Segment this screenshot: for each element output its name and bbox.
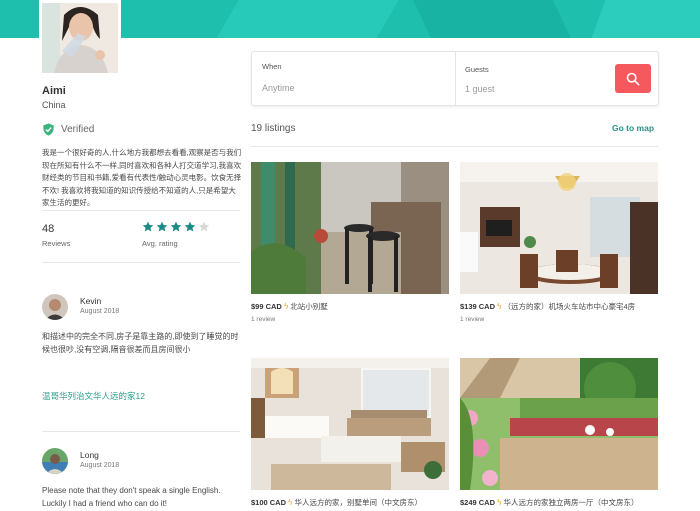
listing-photo[interactable]	[251, 358, 449, 490]
instant-book-icon: ϟ	[288, 498, 293, 507]
listing-card[interactable]: $139 CAD ϟ （远方的家）机场火车站市中心豪宅4房 1 review	[460, 162, 658, 323]
rating-label: Avg. rating	[142, 239, 178, 248]
go-to-map-link[interactable]: Go to map	[612, 123, 654, 133]
listing-card[interactable]: $99 CAD ϟ 北站小别墅 1 review	[251, 162, 449, 323]
star-icon	[142, 221, 154, 232]
host-name: Aimi	[42, 85, 66, 97]
divider	[42, 431, 240, 432]
divider	[42, 210, 240, 211]
listing-reviews: 1 review	[460, 316, 485, 323]
listing-photo[interactable]	[251, 162, 449, 294]
listing-card[interactable]: $249 CAD ϟ 华人远方的家独立两房一厅（中文房东）	[460, 358, 658, 508]
guests-field[interactable]: 1 guest	[465, 84, 495, 94]
listing-title: （远方的家）机场火车站市中心豪宅4房	[503, 302, 636, 311]
listing-card[interactable]: $100 CAD ϟ 华人远方的家，别墅单间（中文房东）	[251, 358, 449, 508]
instant-book-icon: ϟ	[497, 302, 502, 311]
when-field[interactable]: Anytime	[262, 83, 295, 93]
guests-label: Guests	[465, 65, 489, 74]
instant-book-icon: ϟ	[283, 302, 289, 311]
host-country: China	[42, 100, 66, 110]
listing-price: $139 CAD	[460, 302, 496, 311]
review-text: 和描述中的完全不同,房子是靠主路的,即使到了睡觉的时候也很吵,没有空调,隔音很差…	[42, 332, 239, 354]
search-button[interactable]	[615, 64, 651, 93]
listing-photo[interactable]	[460, 162, 658, 294]
listing-title: 华人远方的家，别墅单间（中文房东）	[294, 498, 422, 507]
listing-price: $99 CAD	[251, 302, 282, 311]
instant-book-icon: ϟ	[497, 498, 502, 507]
listing-title: 华人远方的家独立两房一厅（中文房东）	[503, 498, 639, 507]
listing-reviews: 1 review	[251, 316, 276, 323]
review-date: August 2018	[80, 462, 120, 469]
star-icon	[156, 221, 168, 232]
host-avatar	[39, 0, 121, 76]
host-bio: 我是一个很好奇的人,什么地方我都想去看看,观察是否与我们现在所知有什么不一样,同…	[42, 148, 242, 207]
listing-title: 北站小别墅	[290, 302, 328, 311]
star-icon	[170, 221, 182, 232]
listing-photo[interactable]	[460, 358, 658, 490]
review-text: Please note that they don't speak a sing…	[42, 486, 221, 508]
listing-price: $249 CAD	[460, 498, 496, 507]
reviewer-name: Kevin	[80, 296, 102, 306]
reviewer-name: Long	[80, 450, 99, 460]
star-icon	[184, 221, 196, 232]
reviewer-avatar	[42, 294, 68, 320]
listing-price: $100 CAD	[251, 498, 287, 507]
verified-label: Verified	[61, 124, 95, 135]
divider	[251, 146, 659, 147]
shield-check-icon	[43, 123, 54, 136]
review-listing-link[interactable]: 温哥华列治文华人远的家12	[42, 390, 145, 402]
star-icon	[198, 221, 210, 232]
review-date: August 2018	[80, 308, 120, 315]
reviews-count: 48	[42, 223, 55, 235]
listings-count: 19 listings	[251, 123, 296, 134]
search-icon	[626, 72, 640, 85]
when-label: When	[262, 62, 282, 71]
reviewer-avatar	[42, 448, 68, 474]
divider	[42, 262, 240, 263]
verified-badge: Verified	[42, 123, 94, 136]
search-bar: When Anytime Guests 1 guest	[251, 51, 659, 106]
reviews-label: Reviews	[42, 239, 71, 248]
rating-stars	[142, 221, 210, 233]
